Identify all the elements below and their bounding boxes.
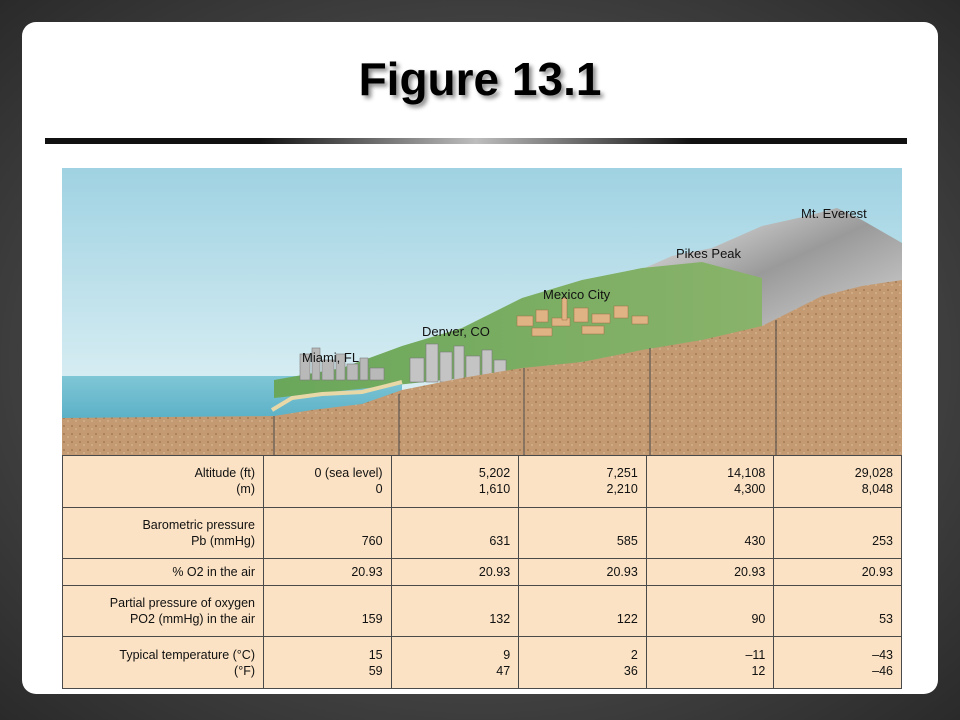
table-cell: 0 (sea level) 0 <box>263 455 392 508</box>
slide-title: Figure 13.1 <box>358 53 602 105</box>
table-cell: 253 <box>773 506 902 560</box>
table-cell: 20.93 <box>263 558 392 586</box>
label-pikes-peak: Pikes Peak <box>676 246 742 261</box>
row-label: Barometric pressure Pb (mmHg) <box>62 506 264 560</box>
label-denver: Denver, CO <box>422 324 490 339</box>
altitude-table: Altitude (ft) (m) 0 (sea level) 0 5,202 1,6… <box>62 455 902 689</box>
table-row: % O2 in the air 20.93 20.93 20.93 20.93 … <box>62 558 902 586</box>
table-row: Altitude (ft) (m) 0 (sea level) 0 5,202 1,6… <box>62 455 902 508</box>
table-cell: 20.93 <box>390 558 520 586</box>
table-cell: 90 <box>645 584 775 638</box>
table-cell: 760 <box>263 506 392 560</box>
altitude-illustration: Miami, FL Denver, CO Mexico City Pikes P… <box>62 168 902 455</box>
table-cell: 14,108 4,300 <box>645 455 775 508</box>
row-label: Partial pressure of oxygen PO2 (mmHg) in … <box>62 584 264 638</box>
label-mexico-city: Mexico City <box>543 287 611 302</box>
table-cell: 159 <box>263 584 392 638</box>
table-cell: 7,251 2,210 <box>518 455 647 508</box>
table-cell: 29,028 8,048 <box>773 455 902 508</box>
table-cell: 20.93 <box>773 558 902 586</box>
table-cell: 53 <box>773 584 902 638</box>
row-label: % O2 in the air <box>62 558 264 586</box>
table-cell: 9 47 <box>390 636 520 689</box>
title-divider <box>45 138 907 144</box>
table-row: Barometric pressure Pb (mmHg) 760 631 585… <box>62 506 902 560</box>
table-cell: 20.93 <box>518 558 647 586</box>
table-cell: 15 59 <box>263 636 392 689</box>
row-label: Typical temperature (°C) (°F) <box>62 636 264 689</box>
slide: Figure 13.1 Miami, FL Denver, CO Mexico … <box>22 22 938 694</box>
landscape-svg <box>62 168 902 455</box>
table-row: Typical temperature (°C) (°F) 15 59 9 47 23… <box>62 636 902 689</box>
table-cell: 122 <box>518 584 647 638</box>
table-cell: 430 <box>645 506 775 560</box>
label-miami: Miami, FL <box>302 350 360 365</box>
table-cell: 585 <box>518 506 647 560</box>
table-cell: 631 <box>390 506 520 560</box>
table-row: Partial pressure of oxygen PO2 (mmHg) in … <box>62 584 902 638</box>
table-cell: 132 <box>390 584 520 638</box>
table-cell: –11 12 <box>645 636 775 689</box>
label-mt-everest: Mt. Everest <box>801 206 867 221</box>
table-cell: 20.93 <box>645 558 775 586</box>
table-cell: 2 36 <box>518 636 647 689</box>
table-cell: 5,202 1,610 <box>390 455 520 508</box>
table-cell: –43 –46 <box>773 636 902 689</box>
row-label: Altitude (ft) (m) <box>62 455 264 508</box>
